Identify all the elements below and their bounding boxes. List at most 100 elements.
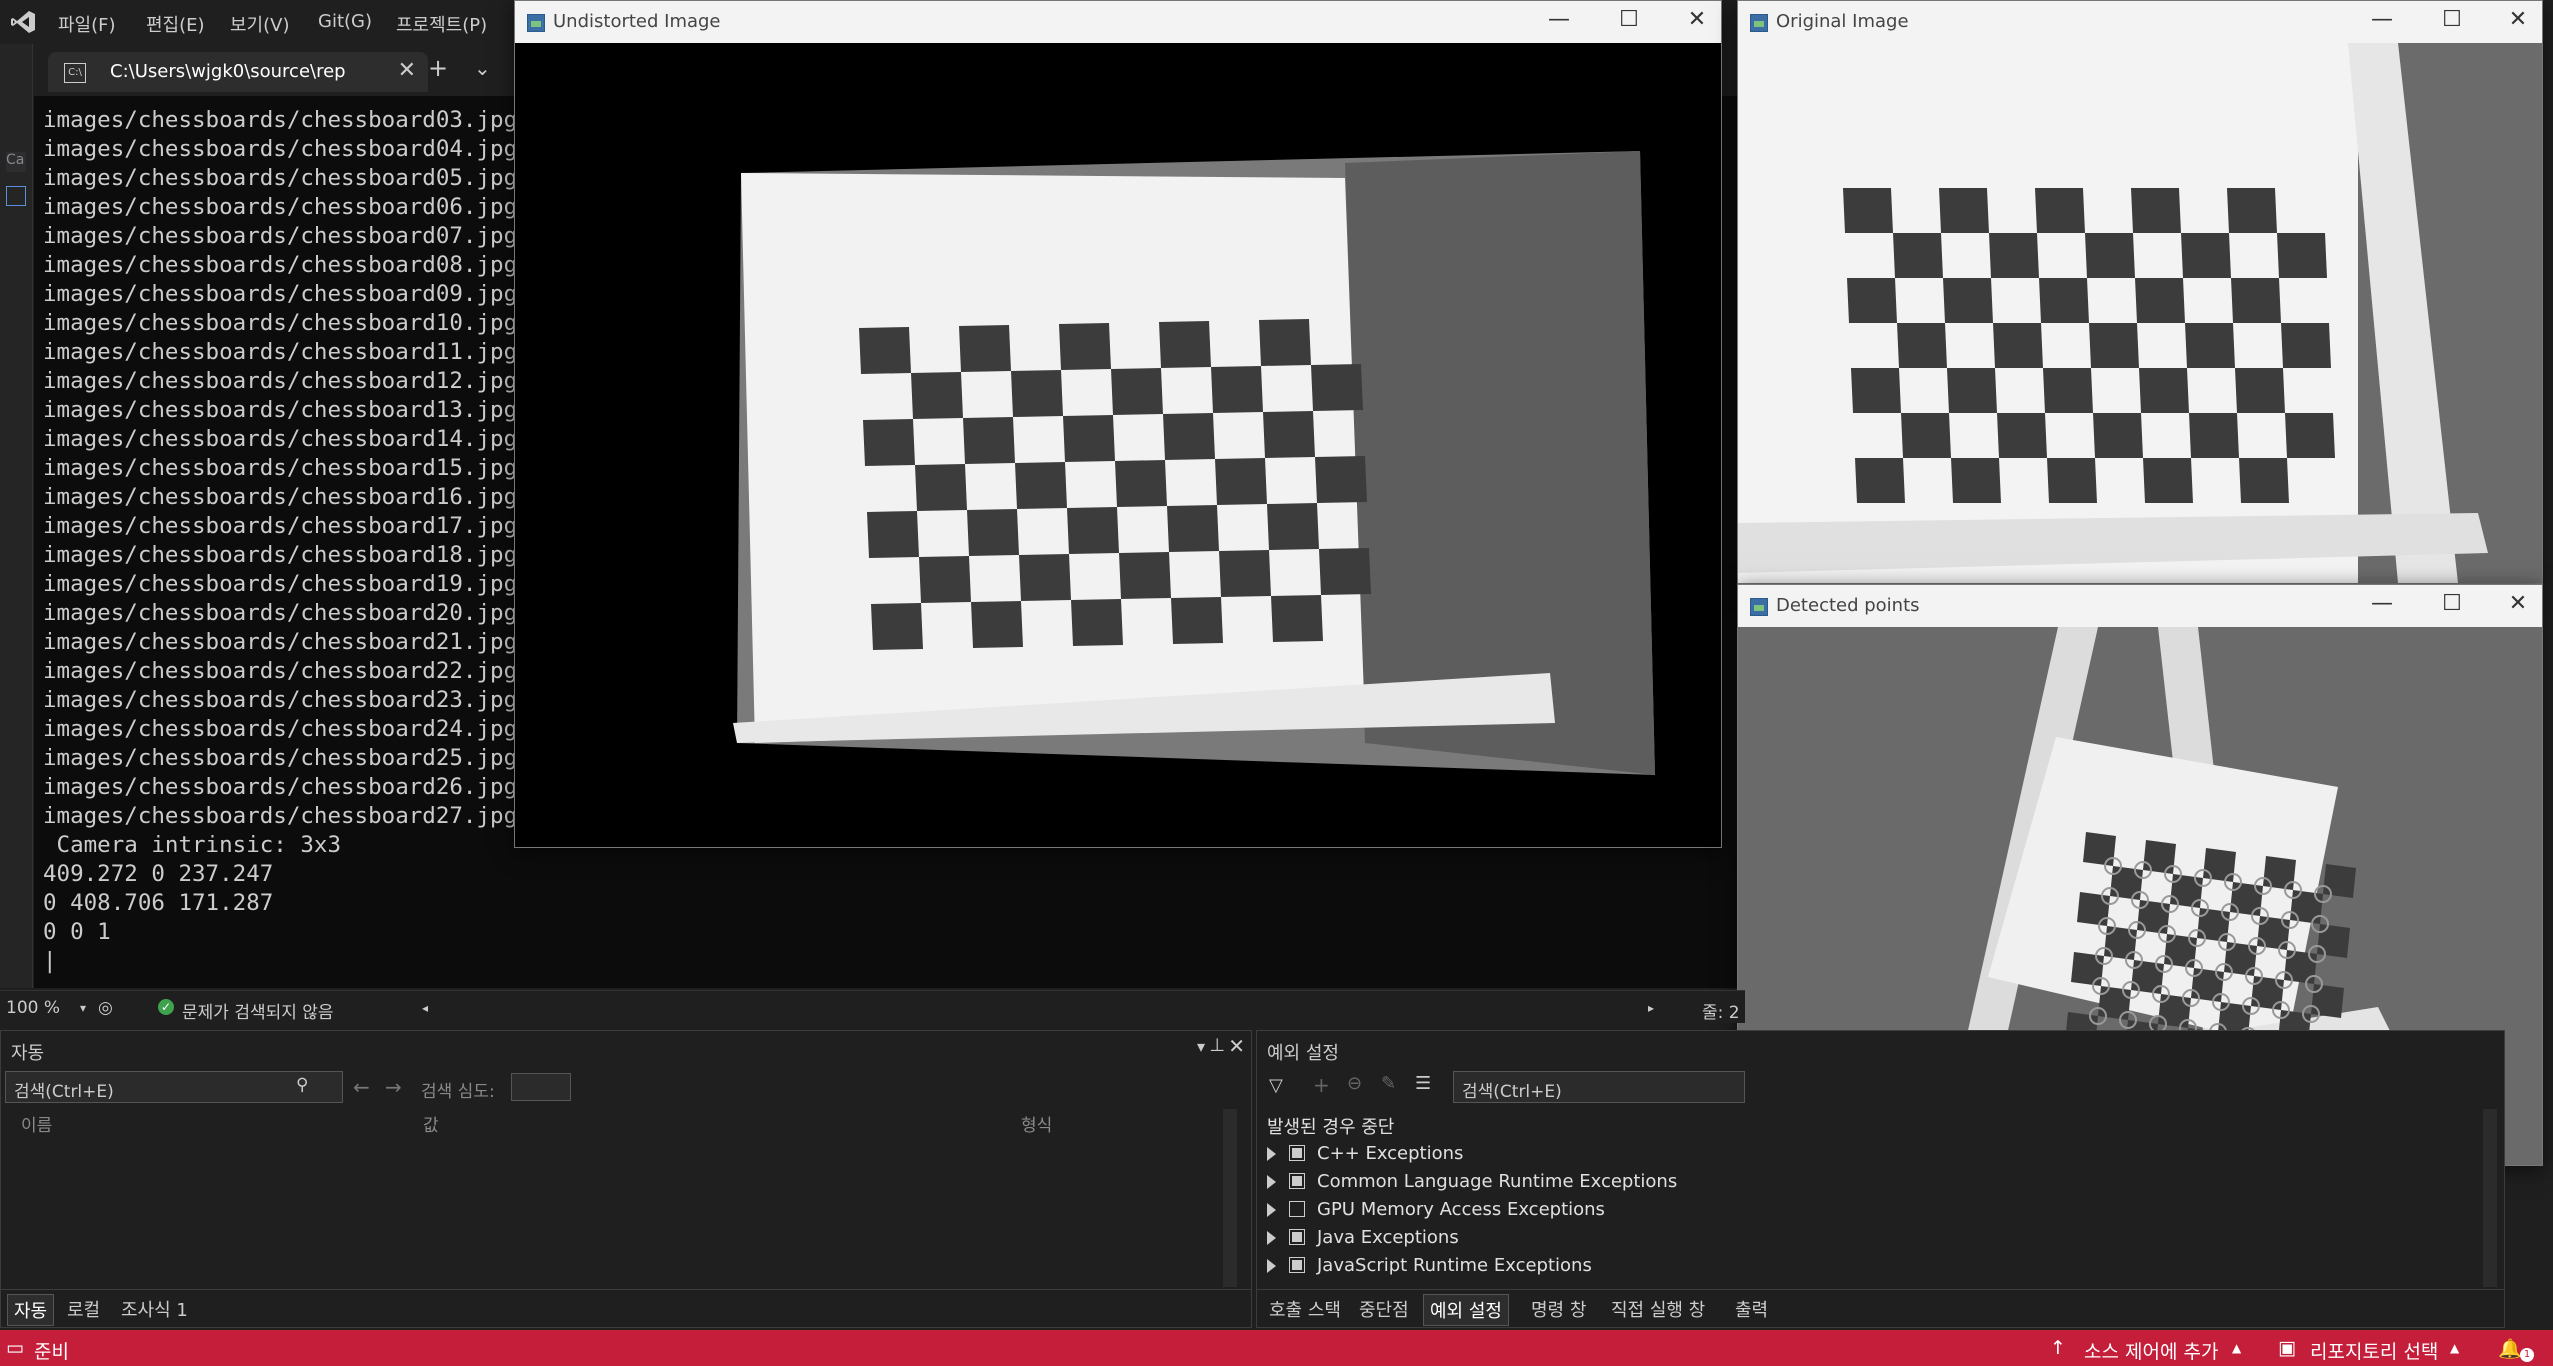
solution-explorer-icon[interactable] [6,186,26,206]
exception-checkbox[interactable] [1289,1145,1305,1161]
edit-icon[interactable]: ✎ [1381,1073,1396,1094]
exception-search-box[interactable]: 검색(Ctrl+E) [1453,1071,1745,1103]
expand-triangle-icon[interactable] [1267,1203,1276,1217]
close-icon[interactable]: ✕ [2498,591,2538,616]
expand-triangle-icon[interactable] [1267,1147,1276,1161]
tab-immediate-window[interactable]: 직접 실행 창 [1605,1294,1711,1324]
maximize-icon[interactable]: ☐ [2432,591,2472,616]
line-indicator[interactable]: 줄: 2 [1702,998,1740,1023]
close-icon[interactable]: ✕ [1228,1034,1245,1058]
menu-edit[interactable]: 편집(E) [146,11,205,37]
console-line: 0 0 1 [43,919,111,945]
chess-square [2137,900,2170,934]
select-repository-button[interactable]: 리포지토리 선택 [2310,1337,2438,1364]
console-line: images/chessboards/chessboard16.jpg [43,484,518,510]
chess-square [863,419,915,466]
add-icon[interactable]: + [1313,1073,1330,1097]
pin-icon[interactable]: ⊥ [1209,1035,1225,1056]
remove-icon[interactable]: ⊖ [1347,1073,1362,1094]
minimize-icon[interactable]: — [1539,7,1579,32]
notification-bell-icon[interactable]: 🔔 [2498,1337,2522,1360]
back-arrow-icon[interactable]: ← [353,1075,370,1099]
tab-autos[interactable]: 자동 [7,1294,55,1326]
exception-checkbox[interactable] [1289,1173,1305,1189]
console-tab[interactable]: C:\ C:\Users\wjgk0\source\rep ✕ [48,52,428,92]
column-name[interactable]: 이름 [21,1111,52,1136]
chess-square [1843,188,1893,233]
output-icon[interactable]: ▭ [6,1337,24,1359]
chess-square [1939,188,1989,233]
close-icon[interactable]: ✕ [2498,7,2538,32]
window-titlebar[interactable]: Detected points — ☐ ✕ [1738,585,2542,627]
close-icon[interactable]: ✕ [398,58,416,83]
scroll-right-icon[interactable]: ▸ [1648,1001,1654,1015]
scroll-left-icon[interactable]: ◂ [422,1001,428,1015]
exception-checkbox[interactable] [1289,1229,1305,1245]
tab-command-window[interactable]: 명령 창 [1525,1294,1592,1324]
repository-icon[interactable]: ▣ [2278,1337,2296,1359]
menu-file[interactable]: 파일(F) [58,11,116,37]
chevron-down-icon[interactable]: ▾ [80,1001,86,1015]
tab-watch[interactable]: 조사식 1 [115,1294,194,1324]
scrollbar[interactable] [2483,1109,2497,1287]
tab-exception-settings[interactable]: 예외 설정 [1423,1294,1509,1326]
original-image-window[interactable]: Original Image — ☐ ✕ [1737,0,2543,584]
console-line: images/chessboards/chessboard08.jpg [43,252,518,278]
tab-locals[interactable]: 로컬 [61,1294,106,1324]
window-titlebar[interactable]: Undistorted Image — ☐ ✕ [515,1,1721,43]
menu-git[interactable]: Git(G) [318,11,372,32]
copilot-icon[interactable]: ◎ [98,998,113,1018]
console-line: Camera intrinsic: 3x3 [43,832,342,858]
chevron-down-icon[interactable]: ⌄ [474,56,491,80]
chevron-up-icon[interactable]: ▲ [2450,1341,2459,1355]
search-depth-select[interactable] [511,1073,571,1101]
expand-triangle-icon[interactable] [1267,1175,1276,1189]
list-settings-icon[interactable]: ☰ [1415,1073,1431,1094]
chess-square [1059,323,1111,370]
upload-arrow-icon[interactable]: ↑ [2050,1337,2066,1359]
maximize-icon[interactable]: ☐ [1609,7,1649,32]
chess-square [2239,458,2289,503]
minimize-icon[interactable]: — [2362,591,2402,616]
chess-square [2277,233,2327,278]
notification-count: 1 [2520,1348,2534,1362]
autos-search-box[interactable]: 검색(Ctrl+E) ⚲ [5,1071,343,1103]
maximize-icon[interactable]: ☐ [2432,7,2472,32]
source-control-button[interactable]: 소스 제어에 추가 [2084,1337,2218,1364]
expand-triangle-icon[interactable] [1267,1231,1276,1245]
minimize-icon[interactable]: — [2362,7,2402,32]
chess-square [1893,233,1943,278]
chess-square [2035,188,2085,233]
dropdown-icon[interactable]: ▾ [1197,1037,1205,1056]
exception-checkbox[interactable] [1289,1201,1305,1217]
menu-view[interactable]: 보기(V) [230,11,289,37]
column-value[interactable]: 값 [423,1111,439,1136]
tab-call-stack[interactable]: 호출 스택 [1263,1294,1347,1324]
expand-triangle-icon[interactable] [1267,1259,1276,1273]
visual-studio-logo-icon[interactable] [10,10,36,34]
exception-checkbox[interactable] [1289,1257,1305,1273]
menu-project[interactable]: 프로젝트(P) [396,11,487,37]
toolbox-icon[interactable]: Ca [6,152,26,172]
issues-status[interactable]: 문제가 검색되지 않음 [182,998,334,1023]
console-line: images/chessboards/chessboard22.jpg [43,658,518,684]
tab-breakpoints[interactable]: 중단점 [1353,1294,1415,1324]
tab-output[interactable]: 출력 [1729,1294,1774,1324]
chess-square [915,464,967,511]
chess-square [2170,874,2203,908]
chess-square [1259,319,1311,366]
column-type[interactable]: 형식 [1021,1111,1052,1136]
chess-square [1015,462,1067,509]
close-icon[interactable]: ✕ [1677,7,1717,32]
chevron-up-icon[interactable]: ▲ [2232,1341,2241,1355]
undistorted-image-window[interactable]: Undistorted Image — ☐ ✕ [514,0,1722,848]
scrollbar[interactable] [1223,1109,1237,1287]
forward-arrow-icon[interactable]: → [385,1075,402,1099]
chess-square [2043,368,2093,413]
search-icon[interactable]: ⚲ [296,1075,308,1095]
window-titlebar[interactable]: Original Image — ☐ ✕ [1738,1,2542,43]
zoom-level[interactable]: 100 % [6,998,60,1018]
filter-icon[interactable]: ▽ [1269,1075,1283,1096]
new-tab-plus-icon[interactable]: + [428,54,448,82]
chess-square [859,327,911,374]
